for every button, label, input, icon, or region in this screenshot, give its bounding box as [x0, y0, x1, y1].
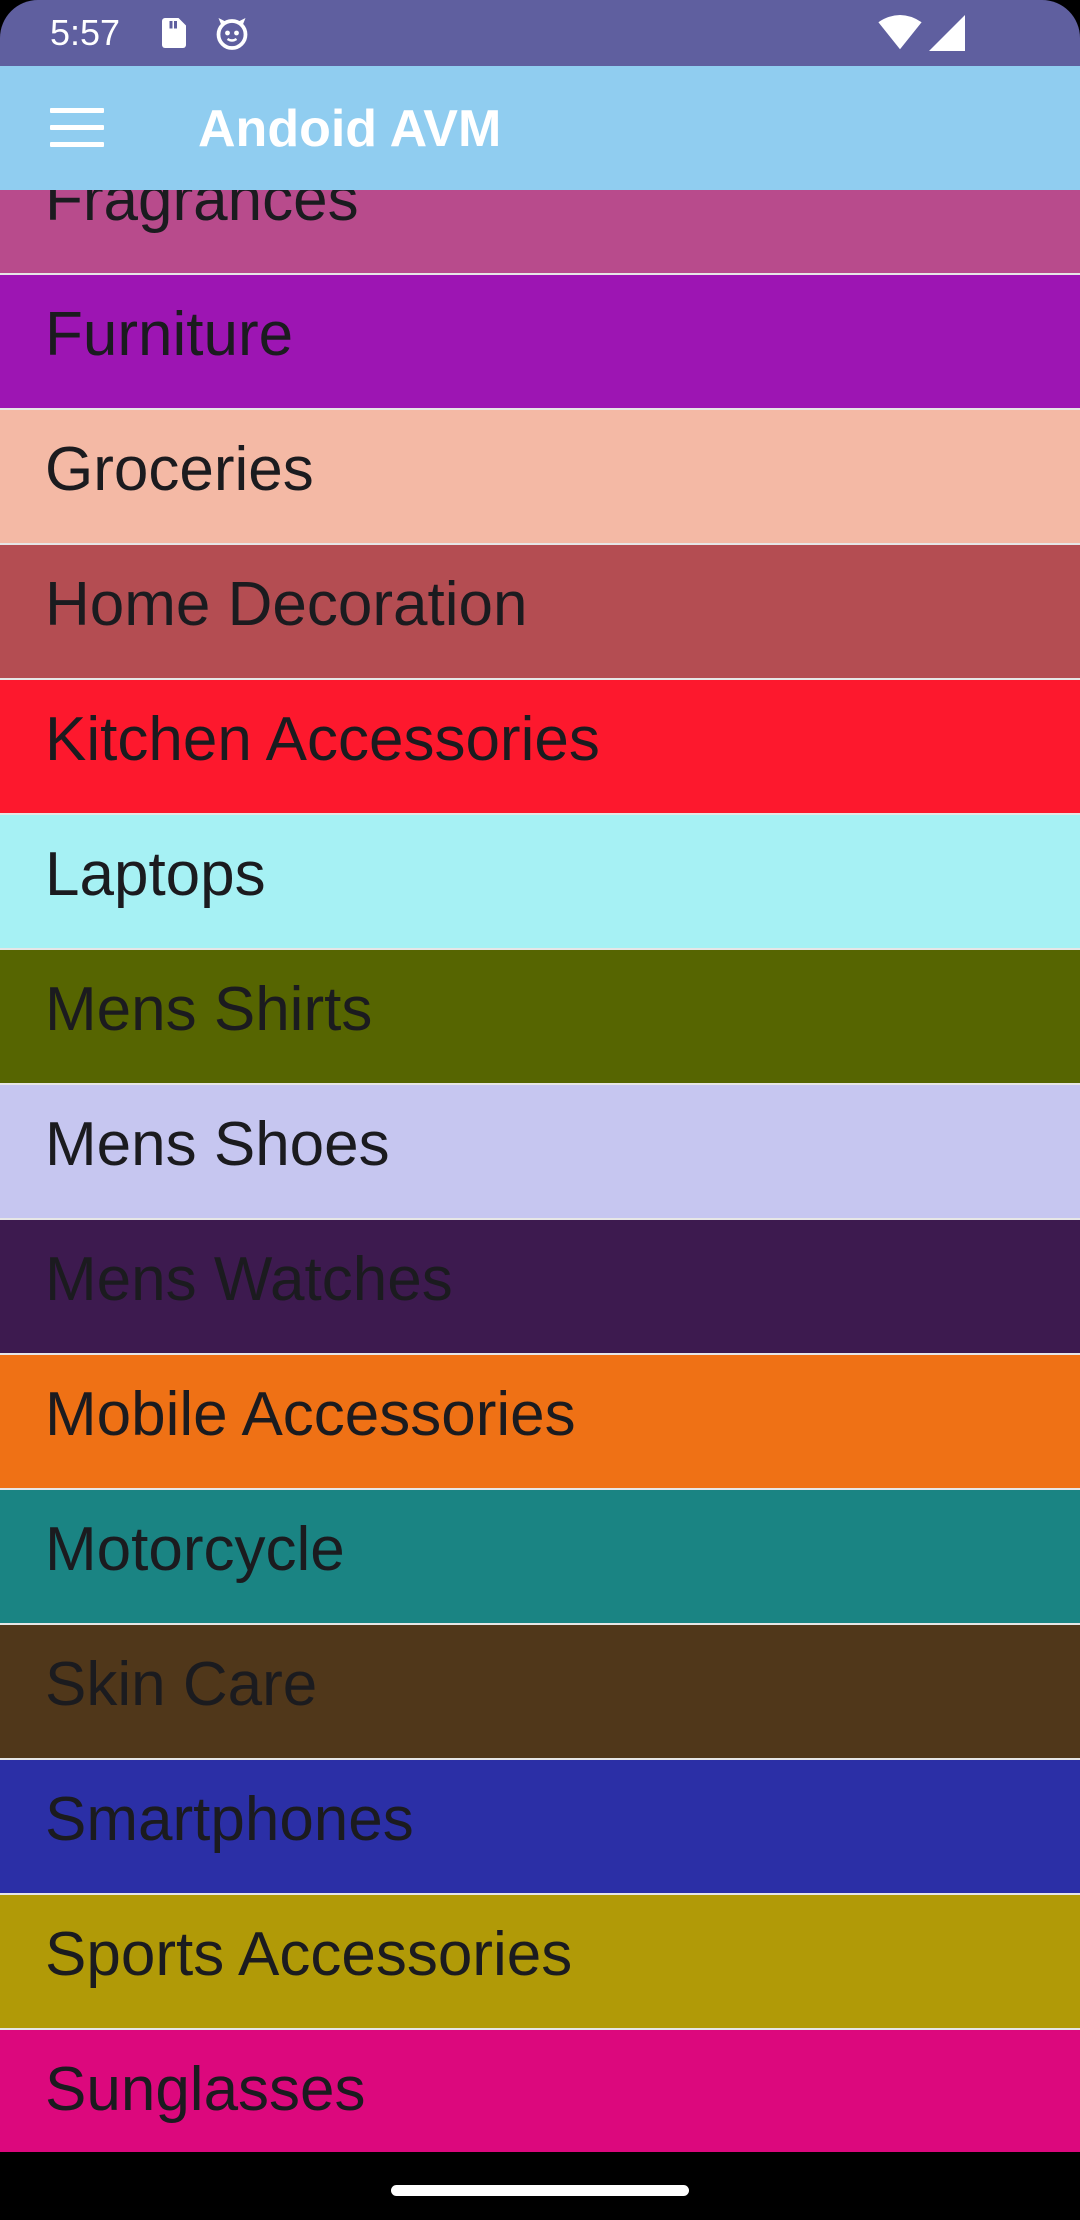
category-label: Kitchen Accessories — [45, 705, 600, 774]
category-item-mobile-accessories[interactable]: Mobile Accessories — [0, 1355, 1080, 1490]
category-label: Mens Shoes — [45, 1110, 390, 1179]
status-time: 5:57 — [50, 12, 121, 53]
category-item-furniture[interactable]: Furniture — [0, 275, 1080, 410]
category-item-fragrances[interactable]: Fragrances — [0, 190, 1080, 275]
category-label: Fragrances — [45, 190, 359, 234]
wifi-icon — [878, 15, 922, 50]
category-list[interactable]: Fragrances Furniture Groceries Home Deco… — [0, 190, 1080, 2152]
category-item-mens-shirts[interactable]: Mens Shirts — [0, 950, 1080, 1085]
category-label: Motorcycle — [45, 1515, 345, 1584]
category-label: Groceries — [45, 435, 314, 504]
navigation-bar — [0, 2152, 1080, 2220]
category-label: Sunglasses — [45, 2055, 366, 2124]
status-bar: 5:57 — [0, 0, 1080, 66]
category-label: Mobile Accessories — [45, 1380, 576, 1449]
category-item-sunglasses[interactable]: Sunglasses — [0, 2030, 1080, 2152]
face-icon — [216, 18, 248, 50]
category-item-motorcycle[interactable]: Motorcycle — [0, 1490, 1080, 1625]
category-item-mens-watches[interactable]: Mens Watches — [0, 1220, 1080, 1355]
category-item-smartphones[interactable]: Smartphones — [0, 1760, 1080, 1895]
category-label: Mens Watches — [45, 1245, 453, 1314]
home-gesture-handle[interactable] — [391, 2185, 689, 2196]
cell-signal-icon — [929, 15, 965, 51]
category-item-home-decoration[interactable]: Home Decoration — [0, 545, 1080, 680]
category-label: Laptops — [45, 840, 266, 909]
hamburger-menu-icon[interactable] — [50, 108, 104, 148]
category-item-groceries[interactable]: Groceries — [0, 410, 1080, 545]
category-item-sports-accessories[interactable]: Sports Accessories — [0, 1895, 1080, 2030]
category-label: Mens Shirts — [45, 975, 373, 1044]
category-label: Skin Care — [45, 1650, 318, 1719]
category-label: Home Decoration — [45, 570, 528, 639]
category-item-mens-shoes[interactable]: Mens Shoes — [0, 1085, 1080, 1220]
app-title: Andoid AVM — [198, 100, 502, 158]
category-label: Furniture — [45, 300, 294, 369]
category-item-kitchen-accessories[interactable]: Kitchen Accessories — [0, 680, 1080, 815]
category-item-skin-care[interactable]: Skin Care — [0, 1625, 1080, 1760]
category-label: Sports Accessories — [45, 1920, 573, 1989]
category-item-laptops[interactable]: Laptops — [0, 815, 1080, 950]
app-bar: Andoid AVM — [0, 66, 1080, 190]
category-label: Smartphones — [45, 1785, 414, 1854]
sd-card-icon — [162, 18, 186, 48]
